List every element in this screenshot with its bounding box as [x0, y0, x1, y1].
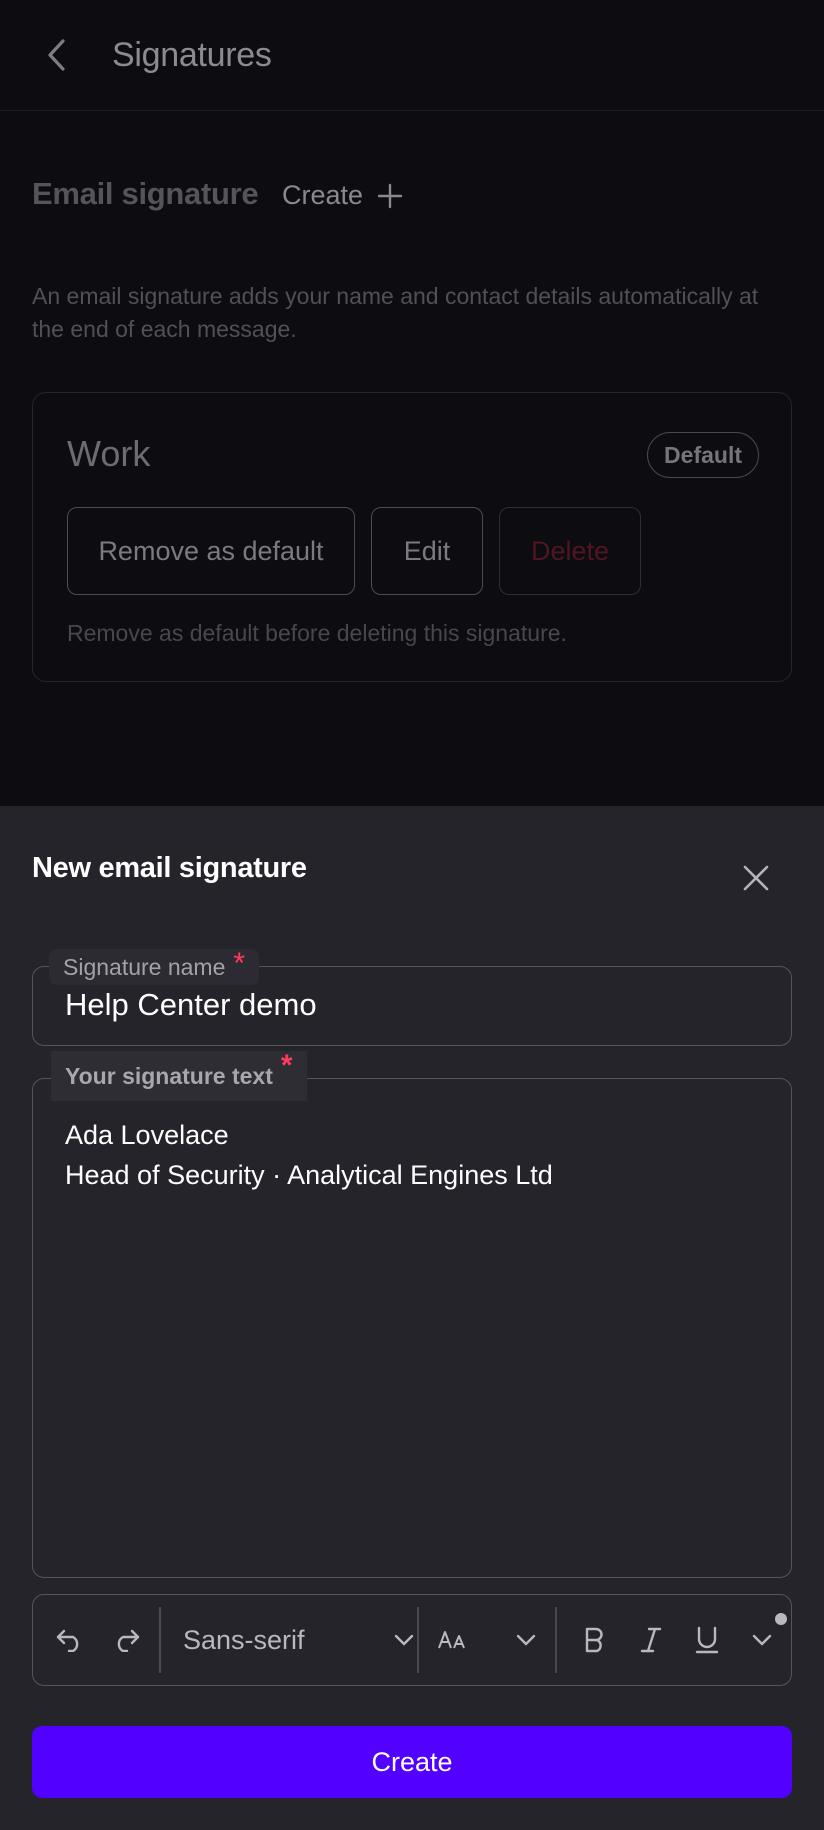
required-mark: *	[233, 947, 246, 980]
sheet-title: New email signature	[32, 852, 307, 884]
signature-name-label: Signature name *	[49, 947, 260, 985]
remove-default-button[interactable]: Remove as default	[67, 507, 355, 595]
bold-icon	[585, 1627, 603, 1653]
italic-icon	[640, 1627, 662, 1653]
signature-name-input[interactable]: Help Center demo	[65, 987, 317, 1023]
signature-line: Head of Security · Analytical Engines Lt…	[65, 1160, 553, 1190]
default-badge: Default	[647, 432, 759, 478]
signature-text-field[interactable]: Your signature text * Ada Lovelace Head …	[32, 1051, 792, 1578]
font-family-select[interactable]: Sans-serif	[183, 1595, 423, 1685]
undo-icon	[56, 1629, 79, 1652]
close-button[interactable]	[732, 854, 780, 902]
bold-button[interactable]	[569, 1595, 621, 1685]
required-mark: *	[280, 1049, 293, 1082]
top-bar: Signatures	[0, 0, 824, 111]
section-header: Email signature	[32, 176, 259, 212]
create-submit-button[interactable]: Create	[32, 1726, 792, 1798]
redo-icon	[117, 1629, 140, 1652]
toolbar-divider	[417, 1607, 419, 1673]
section-description: An email signature adds your name and co…	[32, 283, 759, 342]
close-icon	[743, 865, 769, 891]
create-signature-button[interactable]: Create	[282, 180, 403, 211]
italic-button[interactable]	[625, 1595, 677, 1685]
signature-text-label: Your signature text *	[51, 1051, 307, 1101]
signature-name-field[interactable]: Signature name * Help Center demo	[32, 949, 792, 1046]
edit-button[interactable]: Edit	[371, 507, 483, 595]
signature-card: Work Default Remove as default Edit Dele…	[32, 392, 792, 682]
page-title: Signatures	[112, 36, 272, 74]
underline-icon	[695, 1626, 719, 1654]
signature-text-editor[interactable]: Ada Lovelace Head of Security · Analytic…	[65, 1115, 553, 1195]
section-title: Email signature	[32, 176, 259, 211]
chevron-down-icon	[516, 1634, 536, 1646]
font-family-value: Sans-serif	[183, 1624, 305, 1655]
chevron-down-icon	[394, 1634, 414, 1646]
more-formatting-button[interactable]	[739, 1595, 785, 1685]
signature-card-title: Work	[67, 433, 151, 474]
signature-line: Ada Lovelace	[65, 1120, 229, 1150]
font-size-select[interactable]	[437, 1595, 537, 1685]
font-size-icon	[438, 1631, 465, 1649]
undo-button[interactable]	[47, 1595, 93, 1685]
chevron-left-icon	[48, 39, 65, 71]
toolbar-divider	[555, 1607, 557, 1673]
underline-button[interactable]	[681, 1595, 733, 1685]
signature-text-label-text: Your signature text	[65, 1063, 273, 1089]
redo-button[interactable]	[103, 1595, 149, 1685]
signatures-page: Signatures Email signature Create An ema…	[0, 0, 824, 806]
new-signature-sheet: New email signature Signature name * Hel…	[0, 806, 824, 1830]
formatting-toolbar: Sans-serif	[32, 1594, 792, 1686]
signature-name-label-text: Signature name	[63, 954, 226, 980]
back-button[interactable]	[36, 33, 76, 77]
create-label: Create	[282, 180, 364, 210]
create-submit-label: Create	[371, 1746, 453, 1777]
delete-button[interactable]: Delete	[499, 507, 641, 595]
signature-card-note: Remove as default before deleting this s…	[67, 620, 567, 646]
plus-icon	[377, 183, 403, 208]
indicator-dot	[775, 1613, 787, 1625]
chevron-down-icon	[752, 1634, 772, 1646]
toolbar-divider	[159, 1607, 161, 1673]
